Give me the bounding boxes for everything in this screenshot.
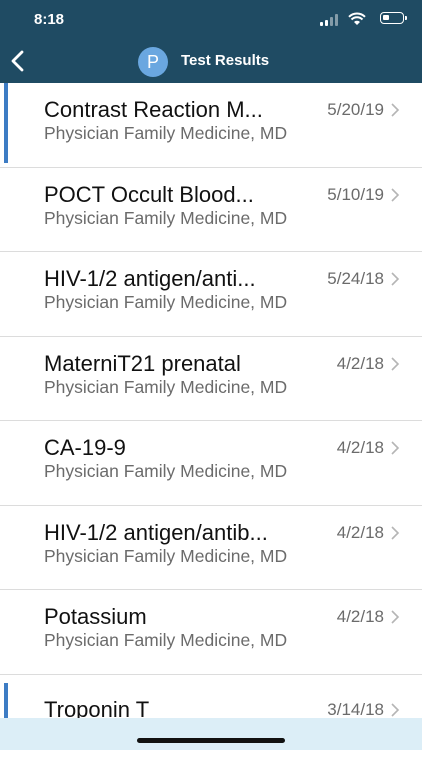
result-row[interactable]: POCT Occult Blood... Physician Family Me…: [0, 168, 422, 253]
chevron-right-icon: [390, 357, 400, 371]
result-date: 4/2/18: [337, 353, 384, 375]
back-button[interactable]: [6, 48, 32, 74]
result-row[interactable]: Contrast Reaction M... Physician Family …: [0, 83, 422, 168]
avatar: P: [138, 47, 168, 77]
result-title: Potassium: [44, 603, 302, 631]
chevron-right-icon: [390, 103, 400, 117]
result-title: HIV-1/2 antigen/antib...: [44, 519, 302, 547]
cellular-signal-icon: [320, 14, 340, 26]
result-row[interactable]: CA-19-9 Physician Family Medicine, MD 4/…: [0, 421, 422, 506]
unread-marker: [4, 83, 8, 163]
result-title: Contrast Reaction M...: [44, 96, 302, 124]
result-provider: Physician Family Medicine, MD: [44, 207, 287, 229]
result-row[interactable]: HIV-1/2 antigen/anti... Physician Family…: [0, 252, 422, 337]
result-provider: Physician Family Medicine, MD: [44, 376, 287, 398]
chevron-right-icon: [390, 526, 400, 540]
result-title: HIV-1/2 antigen/anti...: [44, 265, 302, 293]
home-indicator[interactable]: [137, 738, 285, 743]
chevron-right-icon: [390, 703, 400, 717]
result-title: MaterniT21 prenatal: [44, 350, 302, 378]
status-time: 8:18: [34, 11, 64, 28]
result-provider: Physician Family Medicine, MD: [44, 122, 287, 144]
result-date: 4/2/18: [337, 522, 384, 544]
result-date: 4/2/18: [337, 437, 384, 459]
result-title: CA-19-9: [44, 434, 302, 462]
result-provider: Physician Family Medicine, MD: [44, 545, 287, 567]
chevron-right-icon: [390, 441, 400, 455]
bottom-safe-area: [0, 718, 422, 750]
result-row[interactable]: MaterniT21 prenatal Physician Family Med…: [0, 337, 422, 422]
chevron-right-icon: [390, 610, 400, 624]
result-date: 5/10/19: [327, 184, 384, 206]
result-title: POCT Occult Blood...: [44, 181, 302, 209]
test-results-list: Contrast Reaction M... Physician Family …: [0, 83, 422, 759]
result-date: 5/20/19: [327, 99, 384, 121]
result-date: 4/2/18: [337, 606, 384, 628]
page-title: Test Results: [181, 52, 269, 69]
result-row[interactable]: HIV-1/2 antigen/antib... Physician Famil…: [0, 506, 422, 591]
battery-icon: [380, 12, 404, 24]
chevron-right-icon: [390, 188, 400, 202]
result-date: 5/24/18: [327, 268, 384, 290]
chevron-right-icon: [390, 272, 400, 286]
header-bar: 8:18 P Test Results: [0, 0, 422, 83]
result-row[interactable]: Potassium Physician Family Medicine, MD …: [0, 590, 422, 675]
wifi-icon: [348, 12, 366, 26]
result-provider: Physician Family Medicine, MD: [44, 460, 287, 482]
result-provider: Physician Family Medicine, MD: [44, 291, 287, 313]
result-provider: Physician Family Medicine, MD: [44, 629, 287, 651]
